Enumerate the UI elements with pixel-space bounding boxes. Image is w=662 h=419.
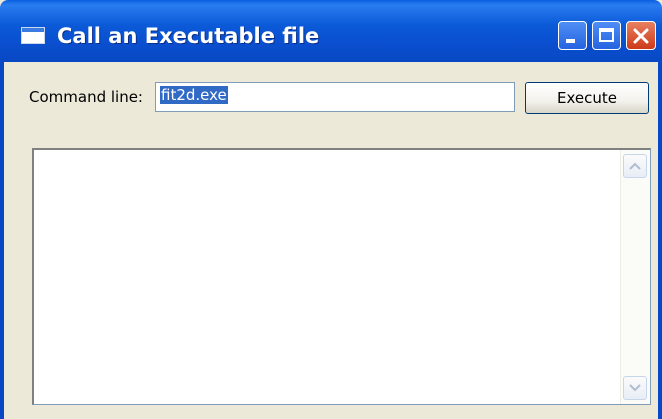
window-border-left [0,62,4,419]
command-line-input[interactable]: fit2d.exe [155,82,515,112]
vertical-scrollbar[interactable] [620,150,650,404]
command-line-value: fit2d.exe [160,86,228,104]
command-line-label: Command line: [29,88,143,106]
scroll-down-button[interactable] [623,376,647,400]
output-textarea[interactable] [32,148,651,405]
close-icon [633,28,649,44]
title-bar[interactable]: Call an Executable file [0,0,662,62]
scroll-up-button[interactable] [623,154,647,178]
minimize-button[interactable] [558,21,587,50]
chevron-up-icon [629,162,641,170]
window-title: Call an Executable file [57,24,320,48]
app-window-icon [21,27,45,44]
window-border-right [658,62,662,419]
execute-button[interactable]: Execute [525,82,649,114]
close-button[interactable] [626,21,656,50]
maximize-button[interactable] [592,21,621,50]
app-window: Call an Executable file Command line: fi… [0,0,662,419]
chevron-down-icon [629,384,641,392]
